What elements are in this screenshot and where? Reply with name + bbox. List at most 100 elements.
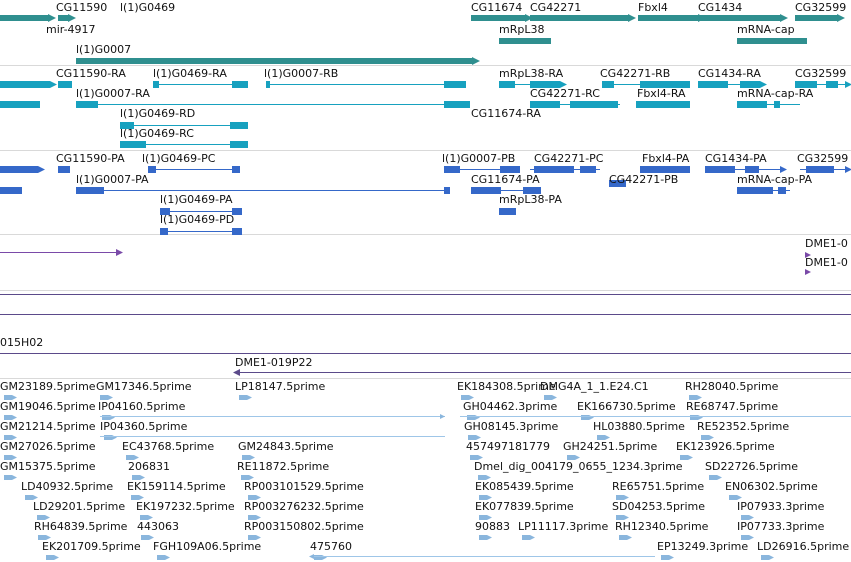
protein-label[interactable]: mRpL38-PA bbox=[499, 193, 562, 206]
est-label[interactable]: IP04360.5prime bbox=[100, 420, 187, 433]
est-label[interactable]: GM19046.5prime bbox=[0, 400, 96, 413]
gene-label[interactable]: mRpL38 bbox=[499, 23, 544, 36]
clone-label[interactable]: DME1-019P22 bbox=[235, 356, 313, 369]
est-arrow bbox=[12, 475, 17, 480]
est-label[interactable]: EC43768.5prime bbox=[122, 440, 214, 453]
est-label[interactable]: 443063 bbox=[137, 520, 179, 533]
est-arrow bbox=[749, 535, 754, 540]
gene-label[interactable]: CG42271 bbox=[530, 1, 581, 14]
protein-label[interactable]: l(1)G0469-PC bbox=[142, 152, 215, 165]
transcript-label[interactable]: mRNA-cap-RA bbox=[737, 87, 813, 100]
clone-label[interactable]: 015H02 bbox=[0, 336, 43, 349]
gene-label[interactable]: CG11590 bbox=[56, 1, 107, 14]
est-label[interactable]: EK085439.5prime bbox=[475, 480, 574, 493]
cds-block bbox=[499, 208, 516, 215]
transcript-label[interactable]: Fbxl4-RA bbox=[637, 87, 686, 100]
transcript-label[interactable]: l(1)G0469-RA bbox=[153, 67, 227, 80]
est-label[interactable]: HL03880.5prime bbox=[593, 420, 685, 433]
est-label[interactable]: LD40932.5prime bbox=[21, 480, 113, 493]
est-label[interactable]: IP04160.5prime bbox=[98, 400, 185, 413]
transcript-label[interactable]: CG11674-RA bbox=[471, 107, 541, 120]
protein-label[interactable]: CG11590-PA bbox=[56, 152, 125, 165]
est-label[interactable]: EK077839.5prime bbox=[475, 500, 574, 513]
est-label[interactable]: RE65751.5prime bbox=[612, 480, 704, 493]
est-label[interactable]: EK201709.5prime bbox=[42, 540, 141, 553]
clone-label[interactable]: DME1-0 bbox=[805, 256, 848, 269]
est-label[interactable]: LD29201.5prime bbox=[33, 500, 125, 513]
est-label[interactable]: RH12340.5prime bbox=[615, 520, 708, 533]
protein-label[interactable]: CG42271-PC bbox=[534, 152, 603, 165]
gene-label[interactable]: Fbxl4 bbox=[638, 1, 668, 14]
transcript-label[interactable]: CG32599 bbox=[795, 67, 846, 80]
transcript-label[interactable]: CG42271-RC bbox=[530, 87, 600, 100]
est-label[interactable]: GM21214.5prime bbox=[0, 420, 96, 433]
protein-label[interactable]: l(1)G0469-PA bbox=[160, 193, 233, 206]
est-label[interactable]: GM27026.5prime bbox=[0, 440, 96, 453]
clone-label[interactable]: DME1-0 bbox=[805, 237, 848, 250]
est-label[interactable]: GH08145.3prime bbox=[464, 420, 558, 433]
est-label[interactable]: GM24843.5prime bbox=[238, 440, 334, 453]
est-label[interactable]: LP11117.3prime bbox=[518, 520, 608, 533]
gene-label[interactable]: l(1)G0469 bbox=[120, 1, 175, 14]
est-label[interactable]: Dmel_dig_004179_0655_1234.3prime bbox=[474, 460, 683, 473]
est-label[interactable]: GH24251.5prime bbox=[563, 440, 657, 453]
est-label[interactable]: FGH109A06.5prime bbox=[153, 540, 261, 553]
gene-label[interactable]: CG32599 bbox=[795, 1, 846, 14]
genome-browser-viewport[interactable]: CG11590 l(1)G0469 mir-4917 l(1)G0007 CG11674… bbox=[0, 0, 851, 562]
protein-label[interactable]: Fbxl4-PA bbox=[642, 152, 689, 165]
est-label[interactable]: EK197232.5prime bbox=[136, 500, 235, 513]
transcript-label[interactable]: l(1)G0469-RC bbox=[120, 127, 194, 140]
est-label[interactable]: LD26916.5prime bbox=[757, 540, 849, 553]
est-label[interactable]: RH28040.5prime bbox=[685, 380, 778, 393]
est-label[interactable]: EK123926.5prime bbox=[676, 440, 775, 453]
est-label[interactable]: RP003150802.5prime bbox=[244, 520, 364, 533]
est-label[interactable]: DMG4A_1_1.E24.C1 bbox=[540, 380, 649, 393]
gene-label[interactable]: CG11674 bbox=[471, 1, 522, 14]
est-label[interactable]: GM15375.5prime bbox=[0, 460, 96, 473]
est-label[interactable]: IP07933.3prime bbox=[737, 500, 824, 513]
est-label[interactable]: RE68747.5prime bbox=[686, 400, 778, 413]
gene-label[interactable]: l(1)G0007 bbox=[76, 43, 131, 56]
transcript-label[interactable]: CG11590-RA bbox=[56, 67, 126, 80]
protein-label[interactable]: CG11674-PA bbox=[471, 173, 540, 186]
est-label[interactable]: EN06302.5prime bbox=[725, 480, 818, 493]
transcript-label[interactable]: l(1)G0007-RB bbox=[264, 67, 338, 80]
est-label[interactable]: EK166730.5prime bbox=[577, 400, 676, 413]
est-label[interactable]: EP13249.3prime bbox=[657, 540, 748, 553]
est-label[interactable]: RH64839.5prime bbox=[34, 520, 127, 533]
est-label[interactable]: GM23189.5prime bbox=[0, 380, 96, 393]
est-label[interactable]: SD22726.5prime bbox=[705, 460, 798, 473]
exon-block bbox=[826, 81, 838, 88]
transcript-label[interactable]: CG1434-RA bbox=[698, 67, 761, 80]
protein-label[interactable]: CG32599 bbox=[797, 152, 848, 165]
protein-label[interactable]: l(1)G0007-PB bbox=[442, 152, 515, 165]
est-label[interactable]: RP003276232.5prime bbox=[244, 500, 364, 513]
est-label[interactable]: LP18147.5prime bbox=[235, 380, 325, 393]
transcript-label[interactable]: mRpL38-RA bbox=[499, 67, 563, 80]
transcript-label[interactable]: l(1)G0007-RA bbox=[76, 87, 150, 100]
gene-label[interactable]: mRNA-cap bbox=[737, 23, 795, 36]
est-label[interactable]: GM17346.5prime bbox=[96, 380, 192, 393]
transcript-label[interactable]: CG42271-RB bbox=[600, 67, 670, 80]
est-label[interactable]: 475760 bbox=[310, 540, 352, 553]
est-label[interactable]: IP07733.3prime bbox=[737, 520, 824, 533]
est-label[interactable]: RP003101529.5prime bbox=[244, 480, 364, 493]
est-label[interactable]: RE52352.5prime bbox=[697, 420, 789, 433]
cds-block bbox=[232, 228, 242, 235]
transcript-label[interactable]: l(1)G0469-RD bbox=[120, 107, 195, 120]
est-label[interactable]: 90883 bbox=[475, 520, 510, 533]
protein-label[interactable]: mRNA-cap-PA bbox=[737, 173, 812, 186]
est-label[interactable]: 457497181779 bbox=[466, 440, 550, 453]
est-label[interactable]: EK159114.5prime bbox=[127, 480, 226, 493]
est-label[interactable]: 206831 bbox=[128, 460, 170, 473]
est-label[interactable]: GH04462.3prime bbox=[463, 400, 557, 413]
gene-label[interactable]: CG1434 bbox=[698, 1, 742, 14]
est-label[interactable]: SD04253.5prime bbox=[612, 500, 705, 513]
gene-label[interactable]: mir-4917 bbox=[46, 23, 96, 36]
protein-label[interactable]: l(1)G0007-PA bbox=[76, 173, 149, 186]
protein-label[interactable]: CG42271-PB bbox=[609, 173, 678, 186]
cds-block bbox=[745, 166, 759, 173]
protein-label[interactable]: CG1434-PA bbox=[705, 152, 767, 165]
protein-label[interactable]: l(1)G0469-PD bbox=[160, 213, 234, 226]
est-label[interactable]: RE11872.5prime bbox=[237, 460, 329, 473]
